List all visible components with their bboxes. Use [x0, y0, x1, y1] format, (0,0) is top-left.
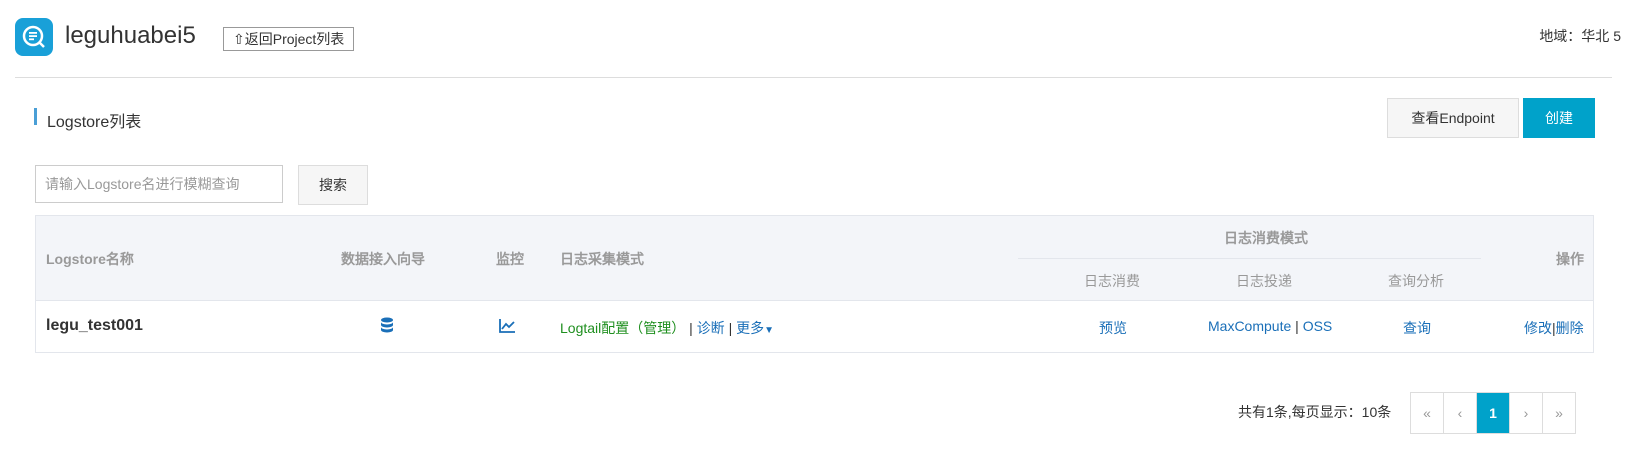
col-header-ops: 操作 [1556, 251, 1584, 267]
section-title: Logstore列表 [47, 114, 142, 131]
preview-link[interactable]: 预览 [1099, 318, 1127, 338]
project-name: leguhuabei5 [65, 22, 196, 49]
region-label: 地域：华北 5 [1539, 28, 1621, 44]
logstore-search-input[interactable] [35, 165, 283, 203]
app-logo-icon [15, 18, 53, 56]
col-header-collect-mode: 日志采集模式 [560, 251, 644, 267]
back-to-project-list-label: 返回Project列表 [244, 31, 345, 47]
col-header-deliver: 日志投递 [1236, 273, 1292, 289]
separator: | [689, 320, 693, 336]
database-icon[interactable] [380, 317, 394, 339]
create-button[interactable]: 创建 [1523, 98, 1595, 138]
logstore-name: legu_test001 [46, 317, 143, 334]
query-link[interactable]: 查询 [1403, 318, 1431, 338]
separator: | [728, 320, 733, 336]
header-subdivider [1018, 258, 1481, 259]
col-header-consume: 日志消费 [1084, 273, 1140, 289]
col-header-wizard: 数据接入向导 [341, 251, 425, 267]
edit-link[interactable]: 修改 [1524, 320, 1552, 336]
search-button[interactable]: 搜索 [298, 165, 368, 205]
pagination-info: 共有1条,每页显示：10条 [1238, 404, 1392, 420]
logtail-config-link[interactable]: Logtail配置 [560, 320, 629, 336]
view-endpoint-button[interactable]: 查看Endpoint [1387, 98, 1519, 138]
separator: | [1295, 318, 1299, 334]
logstore-table: Logstore名称 数据接入向导 监控 日志采集模式 日志消费模式 日志消费 … [35, 215, 1594, 353]
back-to-project-list-button[interactable]: ⇧返回Project列表 [223, 27, 355, 51]
col-header-name: Logstore名称 [46, 251, 134, 267]
oss-link[interactable]: OSS [1303, 318, 1333, 334]
last-page-button[interactable]: » [1543, 393, 1575, 433]
more-dropdown[interactable]: 更多▼ [736, 320, 774, 336]
delete-link[interactable]: 删除 [1556, 320, 1584, 336]
col-header-consume-group: 日志消费模式 [1224, 230, 1308, 246]
header-divider [15, 77, 1612, 78]
pagination: « ‹ 1 › » [1410, 392, 1576, 434]
upload-arrow-icon: ⇧ [233, 31, 245, 47]
col-header-monitor: 监控 [496, 251, 524, 267]
collect-mode-cell: Logtail配置（管理） | 诊断 | 更多▼ [560, 318, 774, 338]
logtail-manage-link[interactable]: （管理） [629, 320, 685, 336]
page-1-button[interactable]: 1 [1477, 393, 1510, 433]
table-header: Logstore名称 数据接入向导 监控 日志采集模式 日志消费模式 日志消费 … [36, 216, 1593, 301]
ops-cell: 修改|删除 [1524, 318, 1584, 338]
diagnose-link[interactable]: 诊断 [697, 320, 725, 336]
deliver-cell: MaxCompute | OSS [1208, 318, 1332, 334]
caret-down-icon: ▼ [764, 325, 775, 336]
section-accent-bar [34, 108, 37, 125]
first-page-button[interactable]: « [1411, 393, 1444, 433]
more-label: 更多 [736, 320, 765, 336]
next-page-button[interactable]: › [1510, 393, 1543, 433]
maxcompute-link[interactable]: MaxCompute [1208, 318, 1291, 334]
prev-page-button[interactable]: ‹ [1444, 393, 1477, 433]
col-header-query: 查询分析 [1388, 273, 1444, 289]
table-row: legu_test001 Logtail配置（管理） | 诊断 | 更多▼ 预览… [36, 301, 1593, 352]
monitor-chart-icon[interactable] [499, 318, 516, 338]
